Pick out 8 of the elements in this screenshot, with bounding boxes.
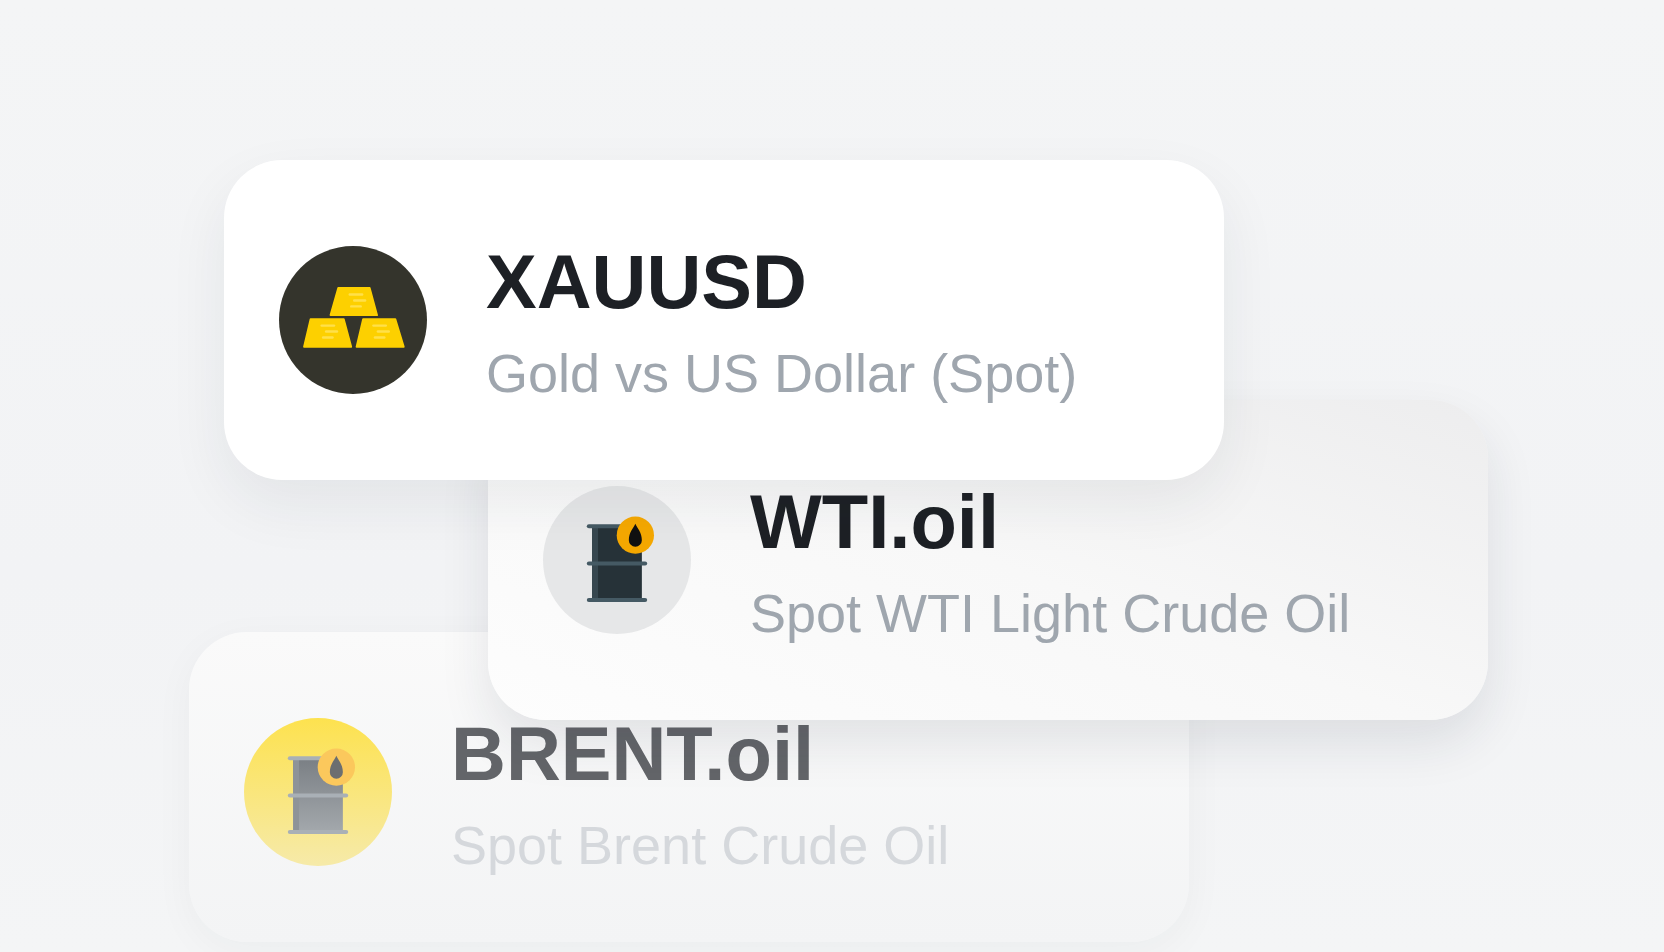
instrument-symbol: WTI.oil (750, 490, 1000, 555)
ingot-stack-icon (279, 246, 427, 394)
instrument-description: Spot WTI Light Crude Oil (750, 581, 1351, 645)
instrument-symbol: BRENT.oil (451, 722, 815, 787)
oil-barrel-icon (244, 718, 392, 866)
oil-barrel-icon (543, 486, 691, 634)
instrument-symbol: XAUUSD (486, 250, 807, 315)
instrument-description: Gold vs US Dollar (Spot) (486, 341, 1078, 405)
